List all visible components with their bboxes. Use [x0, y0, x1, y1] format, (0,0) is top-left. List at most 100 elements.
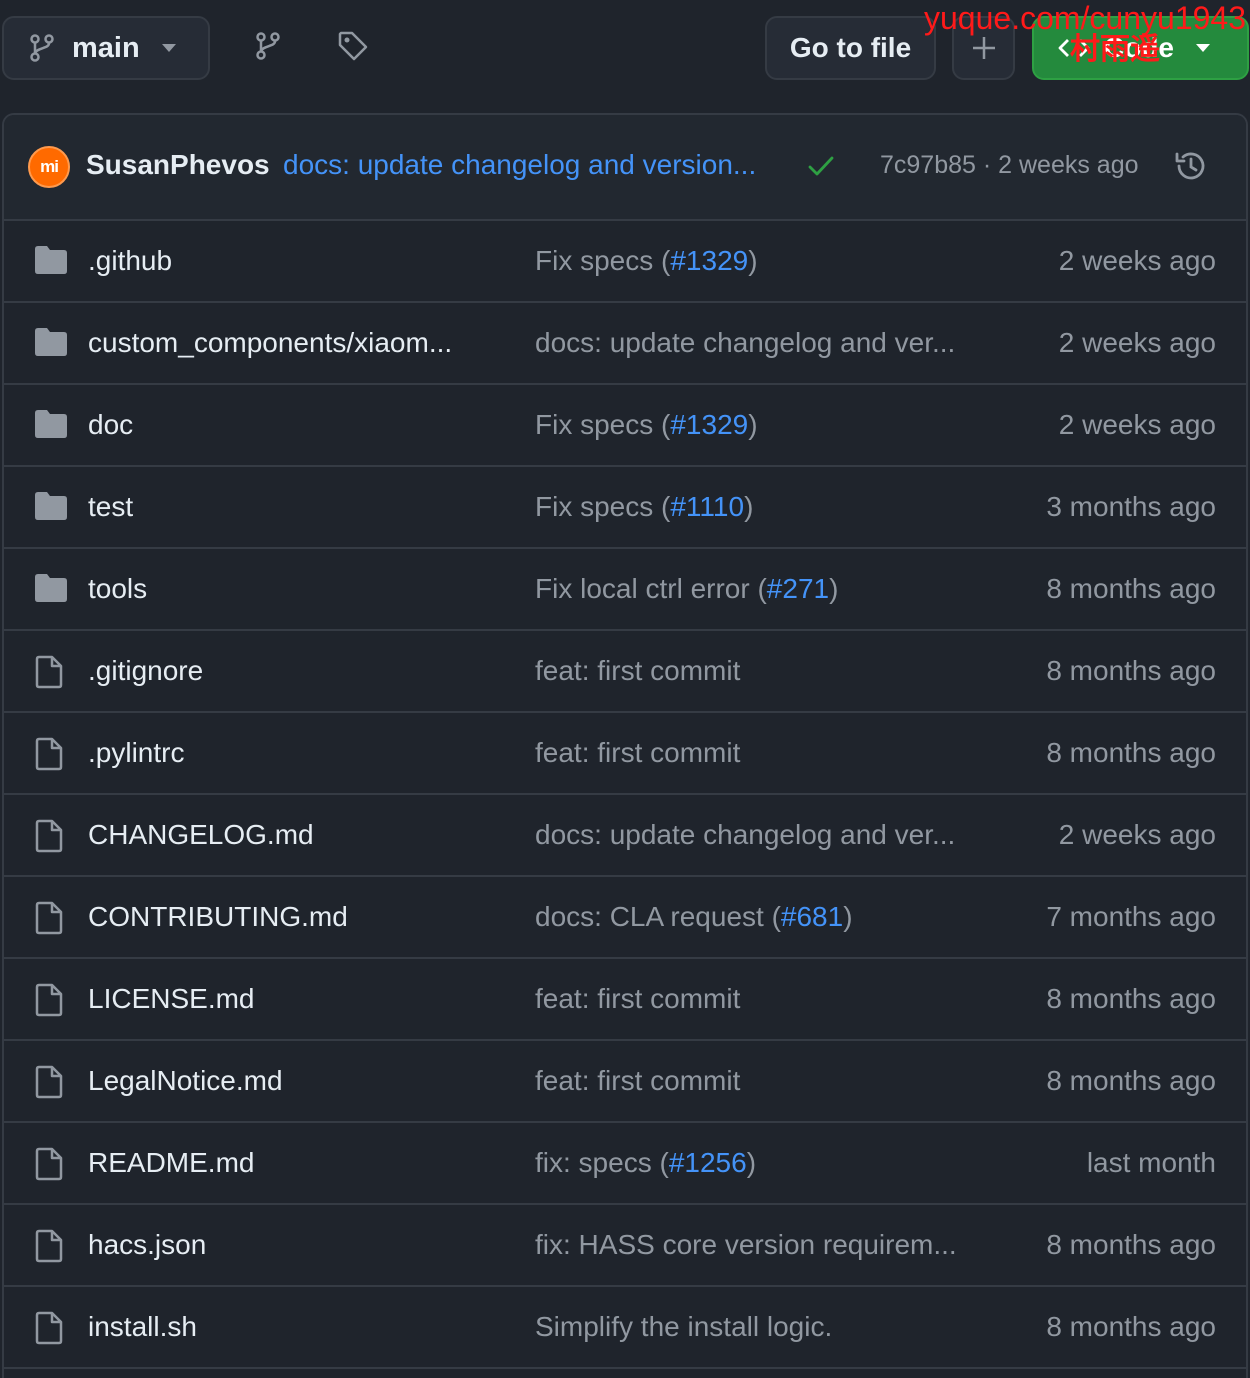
file-name-link[interactable]: .gitignore — [88, 655, 203, 687]
code-button[interactable]: Code — [1032, 16, 1249, 80]
file-commit-message[interactable]: docs: update changelog and ver... — [535, 819, 955, 851]
plus-icon — [972, 37, 995, 59]
file-commit-message[interactable]: feat: first commit — [535, 737, 740, 769]
file-commit-time: 2 weeks ago — [1058, 245, 1216, 276]
file-commit-message[interactable]: feat: first commit — [535, 983, 740, 1015]
file-commit-message[interactable]: docs: CLA request (#681) — [535, 901, 853, 933]
file-icon — [34, 983, 68, 1017]
file-name-link[interactable]: doc — [88, 409, 133, 441]
file-commit-time: 8 months ago — [1046, 655, 1216, 686]
file-icon — [34, 737, 68, 771]
folder-icon — [34, 573, 68, 605]
file-icon — [34, 819, 68, 853]
caret-down-icon — [1196, 44, 1210, 52]
file-name-link[interactable]: test — [88, 491, 133, 523]
history-icon[interactable] — [1173, 148, 1209, 184]
pull-request-link[interactable]: #1256 — [669, 1147, 747, 1178]
commit-message-link[interactable]: docs: update changelog and version... — [283, 149, 756, 181]
file-commit-message[interactable]: Fix local ctrl error (#271) — [535, 573, 838, 605]
pull-request-link[interactable]: #1329 — [670, 409, 748, 440]
file-browser: mi SusanPhevos docs: update changelog an… — [2, 113, 1248, 1378]
file-commit-message[interactable]: docs: update changelog and ver... — [535, 327, 955, 359]
file-commit-message[interactable]: Fix specs (#1329) — [535, 245, 758, 277]
go-to-file-button[interactable]: Go to file — [765, 16, 936, 80]
file-name-link[interactable]: CONTRIBUTING.md — [88, 901, 348, 933]
branches-link[interactable] — [252, 30, 284, 62]
file-commit-time: 3 months ago — [1046, 491, 1216, 522]
file-icon — [34, 1065, 68, 1099]
file-name-link[interactable]: custom_components/xiaom... — [88, 327, 452, 359]
file-name-link[interactable]: LegalNotice.md — [88, 1065, 283, 1097]
file-commit-time: 8 months ago — [1046, 737, 1216, 768]
file-commit-time: 2 weeks ago — [1058, 327, 1216, 358]
file-row[interactable]: custom_components/xiaom... docs: update … — [4, 303, 1246, 385]
file-row[interactable]: CHANGELOG.md docs: update changelog and … — [4, 795, 1246, 877]
folder-icon — [34, 327, 68, 359]
file-row[interactable]: install.sh Simplify the install logic. 8… — [4, 1287, 1246, 1369]
file-row[interactable]: tools Fix local ctrl error (#271) 8 mont… — [4, 549, 1246, 631]
file-name-link[interactable]: install.sh — [88, 1311, 197, 1343]
pull-request-link[interactable]: #271 — [767, 573, 829, 604]
file-row[interactable]: .gitignore feat: first commit 8 months a… — [4, 631, 1246, 713]
code-icon — [1058, 39, 1090, 57]
latest-commit-bar: mi SusanPhevos docs: update changelog an… — [4, 115, 1246, 221]
file-commit-message[interactable]: feat: first commit — [535, 655, 740, 687]
commit-author-link[interactable]: SusanPhevos — [86, 149, 270, 181]
file-row[interactable]: hacs.json fix: HASS core version require… — [4, 1205, 1246, 1287]
pull-request-link[interactable]: #1329 — [670, 245, 748, 276]
file-commit-message[interactable]: Simplify the install logic. — [535, 1311, 832, 1343]
avatar[interactable]: mi — [28, 146, 70, 188]
file-commit-time: 7 months ago — [1046, 901, 1216, 932]
file-row[interactable]: CONTRIBUTING.md docs: CLA request (#681)… — [4, 877, 1246, 959]
file-commit-time: 2 weeks ago — [1058, 819, 1216, 850]
git-branch-icon — [30, 34, 54, 62]
file-row[interactable]: test Fix specs (#1110) 3 months ago — [4, 467, 1246, 549]
file-commit-time: 2 weeks ago — [1058, 409, 1216, 440]
folder-icon — [34, 491, 68, 523]
file-commit-message[interactable]: Fix specs (#1329) — [535, 409, 758, 441]
file-name-link[interactable]: hacs.json — [88, 1229, 206, 1261]
pull-request-link[interactable]: #681 — [781, 901, 843, 932]
file-name-link[interactable]: CHANGELOG.md — [88, 819, 314, 851]
file-commit-message[interactable]: Fix specs (#1110) — [535, 491, 753, 523]
file-name-link[interactable]: LICENSE.md — [88, 983, 255, 1015]
check-icon[interactable] — [807, 153, 835, 179]
file-commit-time: 8 months ago — [1046, 1229, 1216, 1260]
file-commit-message[interactable]: fix: specs (#1256) — [535, 1147, 756, 1179]
commit-sha-time[interactable]: 7c97b85 · 2 weeks ago — [880, 151, 1139, 180]
file-name-link[interactable]: .pylintrc — [88, 737, 184, 769]
file-commit-message[interactable]: feat: first commit — [535, 1065, 740, 1097]
file-row[interactable]: README.md fix: specs (#1256) last month — [4, 1123, 1246, 1205]
folder-icon — [34, 409, 68, 441]
file-row[interactable]: LICENSE.md feat: first commit 8 months a… — [4, 959, 1246, 1041]
file-icon — [34, 1311, 68, 1345]
file-row[interactable]: LegalNotice.md feat: first commit 8 mont… — [4, 1041, 1246, 1123]
file-commit-time: 8 months ago — [1046, 1065, 1216, 1096]
file-icon — [34, 1147, 68, 1181]
repo-toolbar: main Go to file Code yuque.com/cunyu1943… — [0, 0, 1250, 100]
git-branch-icon — [256, 32, 280, 60]
branch-name: main — [72, 31, 140, 64]
tags-link[interactable] — [337, 30, 369, 62]
file-row[interactable]: .github Fix specs (#1329) 2 weeks ago — [4, 221, 1246, 303]
file-name-link[interactable]: .github — [88, 245, 172, 277]
file-name-link[interactable]: README.md — [88, 1147, 254, 1179]
file-list: .github Fix specs (#1329) 2 weeks ago cu… — [4, 221, 1246, 1369]
code-button-label: Code — [1104, 32, 1174, 63]
file-commit-time: 8 months ago — [1046, 573, 1216, 604]
file-commit-time: 8 months ago — [1046, 983, 1216, 1014]
file-icon — [34, 1229, 68, 1263]
tag-icon — [338, 31, 368, 61]
file-row[interactable]: doc Fix specs (#1329) 2 weeks ago — [4, 385, 1246, 467]
file-commit-time: 8 months ago — [1046, 1311, 1216, 1342]
folder-icon — [34, 245, 68, 277]
file-icon — [34, 901, 68, 935]
caret-down-icon — [161, 44, 176, 52]
file-name-link[interactable]: tools — [88, 573, 147, 605]
pull-request-link[interactable]: #1110 — [670, 491, 744, 522]
file-commit-time: last month — [1086, 1147, 1216, 1178]
file-commit-message[interactable]: fix: HASS core version requirem... — [535, 1229, 957, 1261]
add-file-button[interactable] — [952, 16, 1015, 80]
file-row[interactable]: .pylintrc feat: first commit 8 months ag… — [4, 713, 1246, 795]
branch-selector-button[interactable]: main — [2, 16, 210, 80]
